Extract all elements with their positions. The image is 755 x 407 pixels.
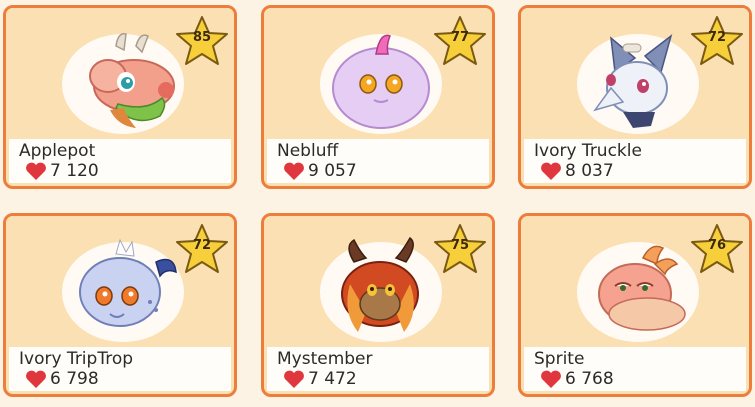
applepot-creature-icon bbox=[89, 33, 175, 128]
pet-portrait: 72 bbox=[6, 216, 234, 350]
likes-row: 9 057 bbox=[283, 161, 357, 181]
level-number: 77 bbox=[450, 30, 470, 45]
heart-icon bbox=[541, 370, 561, 388]
heart-icon bbox=[284, 370, 304, 388]
pet-name: Mystember bbox=[277, 349, 373, 369]
pet-card-applepot[interactable]: 85 Applepot 7 120 bbox=[3, 5, 237, 189]
mystember-creature-icon bbox=[341, 236, 419, 332]
likes-count: 6 768 bbox=[565, 369, 614, 389]
pet-info-panel: Ivory Truckle 8 037 bbox=[524, 139, 746, 183]
pet-card-ivory-triptrop[interactable]: 72 Ivory TripTrop 6 798 bbox=[3, 213, 237, 397]
pet-portrait: 76 bbox=[521, 216, 749, 350]
pet-card-sprite[interactable]: 76 Sprite 6 768 bbox=[518, 213, 752, 397]
pet-card-ivory-truckle[interactable]: 72 Ivory Truckle 8 037 bbox=[518, 5, 752, 189]
likes-count: 9 057 bbox=[308, 161, 357, 181]
pet-name: Ivory Truckle bbox=[534, 141, 642, 161]
likes-row: 7 472 bbox=[283, 369, 357, 389]
level-number: 76 bbox=[707, 238, 727, 253]
pet-name: Sprite bbox=[534, 349, 585, 369]
likes-count: 7 120 bbox=[50, 161, 99, 181]
nebluff-creature-icon bbox=[332, 34, 430, 129]
pet-portrait: 77 bbox=[264, 8, 492, 142]
pet-card-nebluff[interactable]: 77 Nebluff 9 057 bbox=[261, 5, 495, 189]
pet-info-panel: Applepot 7 120 bbox=[9, 139, 231, 183]
pet-info-panel: Ivory TripTrop 6 798 bbox=[9, 347, 231, 391]
likes-row: 6 768 bbox=[540, 369, 614, 389]
pet-info-panel: Sprite 6 768 bbox=[524, 347, 746, 391]
pet-card-mystember[interactable]: 75 Mystember 7 472 bbox=[261, 213, 495, 397]
pet-name: Ivory TripTrop bbox=[19, 349, 134, 369]
pet-name: Applepot bbox=[19, 141, 96, 161]
level-number: 72 bbox=[707, 30, 727, 45]
ivory-truckle-creature-icon bbox=[593, 34, 673, 128]
sprite-creature-icon bbox=[598, 245, 686, 331]
level-number: 72 bbox=[192, 238, 212, 253]
pet-card-grid: 85 Applepot 7 120 77 Nebluff 9 057 72 Iv… bbox=[0, 0, 755, 407]
heart-icon bbox=[26, 162, 46, 180]
pet-portrait: 72 bbox=[521, 8, 749, 142]
pet-portrait: 75 bbox=[264, 216, 492, 350]
pet-name: Nebluff bbox=[277, 141, 339, 161]
pet-info-panel: Nebluff 9 057 bbox=[267, 139, 489, 183]
likes-count: 8 037 bbox=[565, 161, 614, 181]
likes-count: 6 798 bbox=[50, 369, 99, 389]
pet-info-panel: Mystember 7 472 bbox=[267, 347, 489, 391]
heart-icon bbox=[284, 162, 304, 180]
likes-count: 7 472 bbox=[308, 369, 357, 389]
level-number: 75 bbox=[450, 238, 470, 253]
heart-icon bbox=[26, 370, 46, 388]
heart-icon bbox=[541, 162, 561, 180]
level-number: 85 bbox=[192, 30, 212, 45]
likes-row: 7 120 bbox=[25, 161, 99, 181]
pet-portrait: 85 bbox=[6, 8, 234, 142]
likes-row: 8 037 bbox=[540, 161, 614, 181]
likes-row: 6 798 bbox=[25, 369, 99, 389]
ivory-triptrop-creature-icon bbox=[79, 238, 177, 327]
